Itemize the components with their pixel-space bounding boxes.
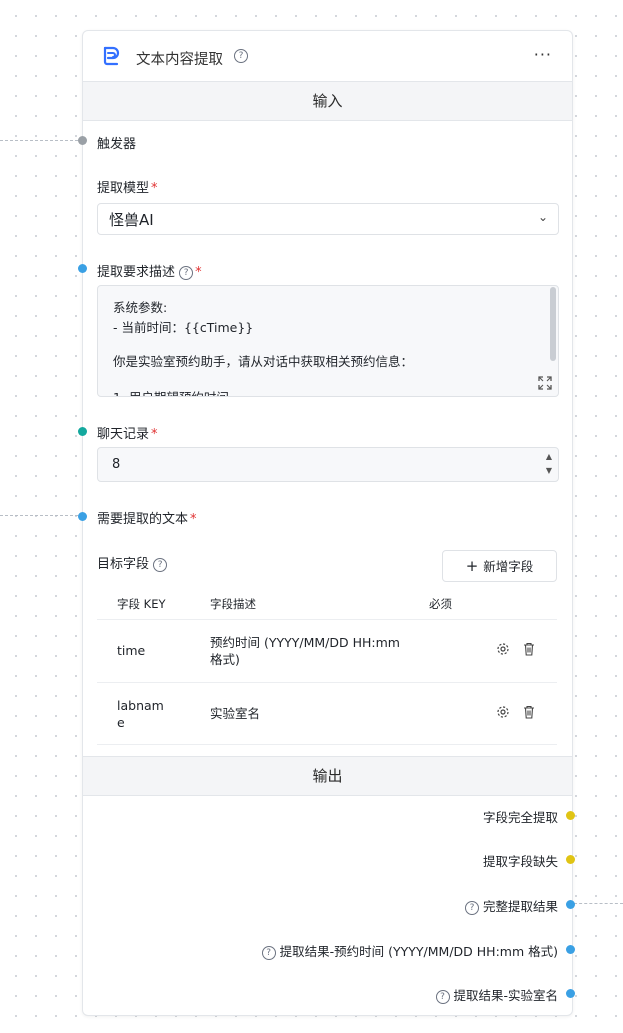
full-result-edge <box>574 903 623 904</box>
output-label: 字段完全提取 <box>482 810 558 825</box>
output-label: 提取字段缺失 <box>482 854 558 869</box>
help-icon[interactable]: ? <box>465 900 479 915</box>
field-key: labname <box>117 698 164 730</box>
text-input-handle[interactable] <box>78 512 87 521</box>
text-extract-node[interactable]: 文本内容提取 ? ··· 输入 触发器 提取模型 * 怪兽AI ⌄ 提取要求描述 … <box>78 30 575 1016</box>
chat-history-label: 聊天记录 * <box>97 427 158 442</box>
text-to-extract-label: 需要提取的文本 * <box>97 512 197 527</box>
chat-history-input[interactable]: 8 ▲ ▼ <box>97 447 559 482</box>
field-description: 预约时间 (YYYY/MM/DD HH:mm 格式) <box>210 635 400 667</box>
table-divider <box>97 744 557 745</box>
table-divider <box>97 682 557 683</box>
trash-icon[interactable] <box>522 642 536 656</box>
add-field-button[interactable]: + 新增字段 <box>442 550 557 582</box>
more-menu-icon[interactable]: ··· <box>534 45 552 64</box>
description-handle[interactable] <box>78 264 87 273</box>
output-handle[interactable] <box>566 989 575 998</box>
help-icon[interactable]: ? <box>261 945 276 960</box>
stepper-down-icon[interactable]: ▼ <box>546 467 552 475</box>
textarea-line: - 当前时间：{{cTime}} <box>113 320 254 335</box>
field-description: 实验室名 <box>210 706 261 721</box>
trigger-label: 触发器 <box>97 137 137 152</box>
output-handle[interactable] <box>566 855 575 864</box>
gear-icon[interactable] <box>496 705 510 719</box>
text-input-edge <box>0 515 78 516</box>
model-label: 提取模型 * <box>97 181 158 196</box>
trigger-handle[interactable] <box>78 136 87 145</box>
extract-icon <box>103 46 120 66</box>
help-icon[interactable]: ? <box>179 265 194 280</box>
column-header-key: 字段 KEY <box>117 597 166 611</box>
output-section-header: 输出 <box>83 756 572 796</box>
stepper-up-icon[interactable]: ▲ <box>546 453 552 461</box>
textarea-line: 系统参数: <box>113 300 168 315</box>
output-label: ? 完整提取结果 <box>465 896 558 915</box>
output-label: ? 提取结果-实验室名 <box>435 985 558 1004</box>
node-title: 文本内容提取 <box>136 52 223 68</box>
textarea-line: 你是实验室预约助手，请从对话中获取相关预约信息： <box>113 354 414 369</box>
model-select-value: 怪兽AI <box>109 211 154 229</box>
textarea-line: 1. 用户期望预约时间 <box>113 387 229 396</box>
help-icon[interactable]: ? <box>234 49 248 63</box>
field-key: time <box>117 643 146 658</box>
gear-icon[interactable] <box>496 642 510 656</box>
target-fields-label: 目标字段 ? <box>97 553 168 572</box>
chat-history-handle[interactable] <box>78 427 87 436</box>
help-icon[interactable]: ? <box>435 989 450 1004</box>
plus-icon: + <box>465 557 479 575</box>
expand-icon[interactable] <box>538 376 552 390</box>
model-select[interactable]: 怪兽AI ⌄ <box>97 203 559 235</box>
trash-icon[interactable] <box>522 705 536 719</box>
help-icon[interactable]: ? <box>153 557 168 572</box>
output-label: ? 提取结果-预约时间 (YYYY/MM/DD HH:mm 格式) <box>261 941 558 960</box>
input-section-header: 输入 <box>83 81 572 121</box>
column-header-description: 字段描述 <box>210 597 256 611</box>
chat-history-value: 8 <box>112 457 121 472</box>
output-handle[interactable] <box>566 945 575 954</box>
output-handle[interactable] <box>566 900 575 909</box>
node-header[interactable]: 文本内容提取 ? ··· <box>83 31 572 81</box>
column-header-required: 必须 <box>429 597 452 611</box>
table-divider <box>97 619 557 620</box>
textarea-scrollbar[interactable] <box>550 287 556 361</box>
description-textarea[interactable]: 系统参数: - 当前时间：{{cTime}} 你是实验室预约助手，请从对话中获取… <box>97 285 559 397</box>
trigger-edge <box>0 140 78 141</box>
description-label: 提取要求描述 ? * <box>97 265 202 280</box>
output-handle[interactable] <box>566 811 575 820</box>
chevron-down-icon: ⌄ <box>537 210 548 224</box>
